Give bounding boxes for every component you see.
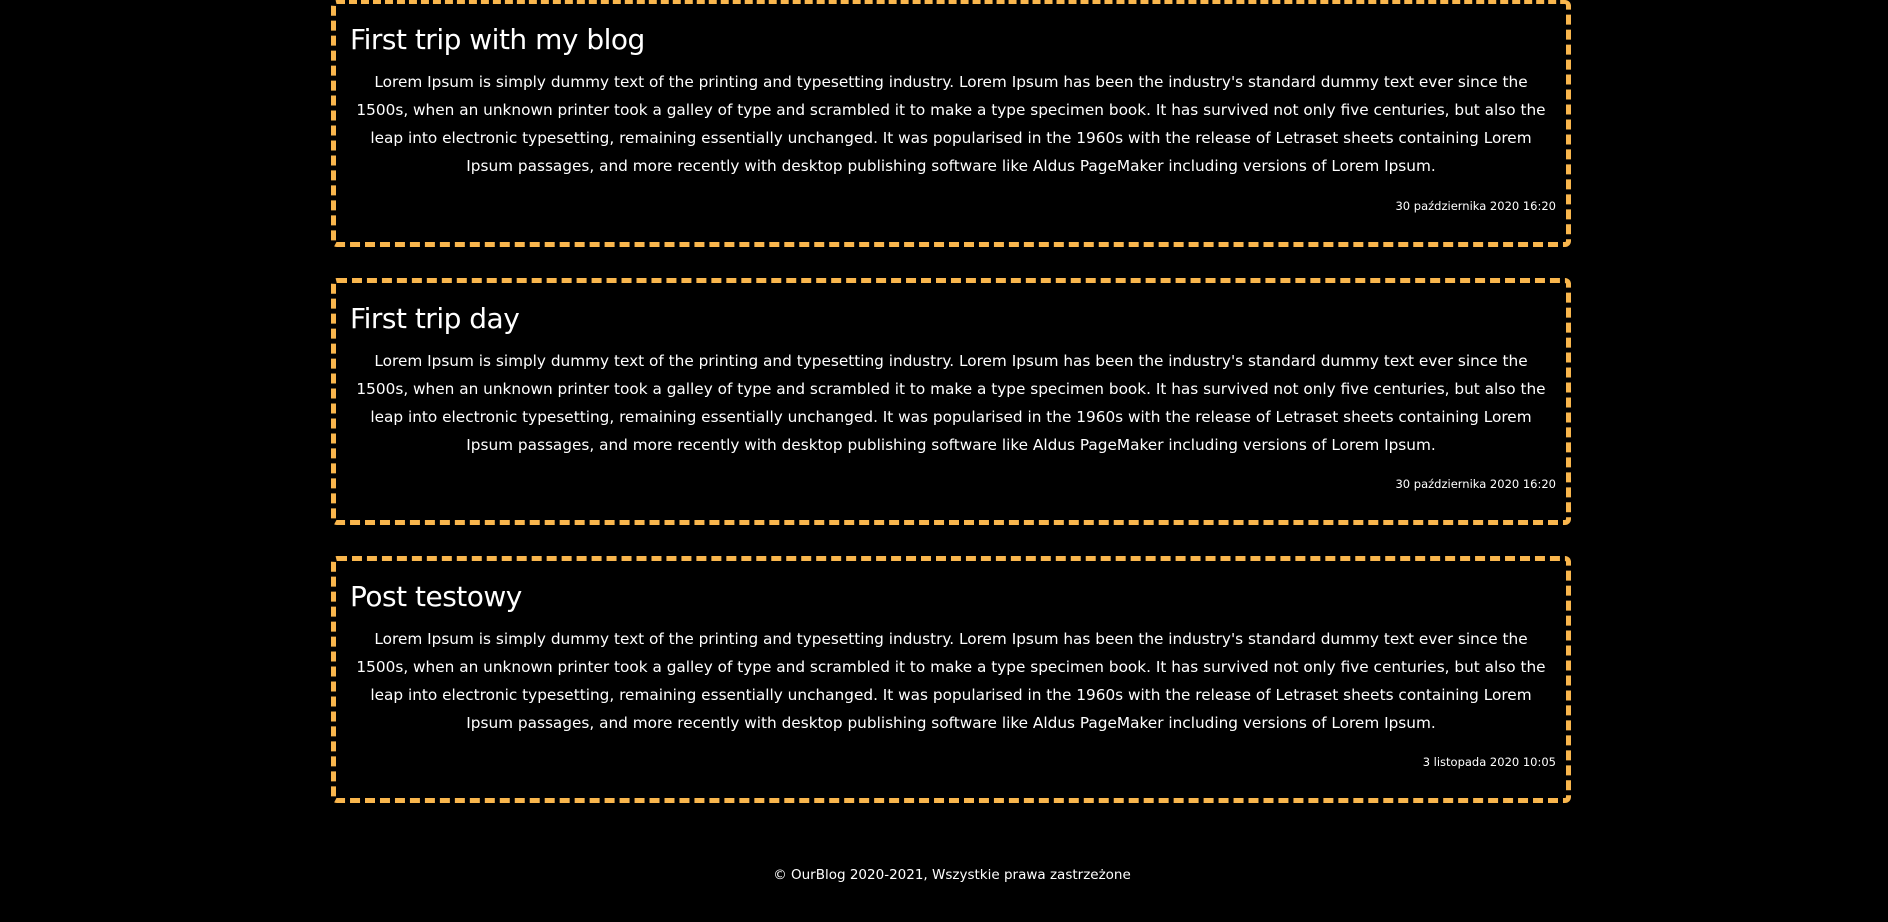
page-footer: © OurBlog 2020-2021, Wszystkie prawa zas… [0,867,1888,883]
post-body: Lorem Ipsum is simply dummy text of the … [356,630,1546,732]
post-feed: First trip with my blog Lorem Ipsum is s… [331,0,1571,834]
post-date: 3 listopada 2020 10:05 [1422,755,1556,769]
post-title[interactable]: First trip with my blog [350,18,1552,62]
post-title[interactable]: Post testowy [350,575,1552,619]
post-card: First trip with my blog Lorem Ipsum is s… [331,0,1571,247]
post-date: 30 października 2020 16:20 [1395,199,1556,213]
post-body: Lorem Ipsum is simply dummy text of the … [356,352,1546,454]
post-date: 30 października 2020 16:20 [1395,477,1556,491]
post-card: First trip day Lorem Ipsum is simply dum… [331,278,1571,525]
post-card: Post testowy Lorem Ipsum is simply dummy… [331,556,1571,803]
footer-copyright: © OurBlog 2020-2021, Wszystkie prawa zas… [773,867,1131,883]
post-title[interactable]: First trip day [350,297,1552,341]
post-body: Lorem Ipsum is simply dummy text of the … [356,73,1546,175]
